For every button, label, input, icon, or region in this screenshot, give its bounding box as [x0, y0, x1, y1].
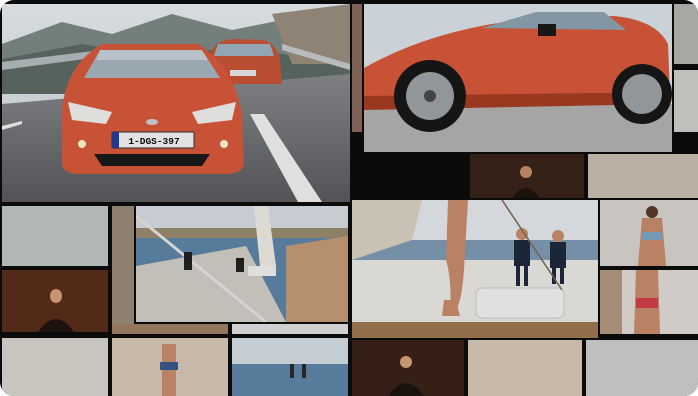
overlay	[0, 0, 698, 396]
video-collage: 1-DGS-397	[0, 0, 698, 396]
